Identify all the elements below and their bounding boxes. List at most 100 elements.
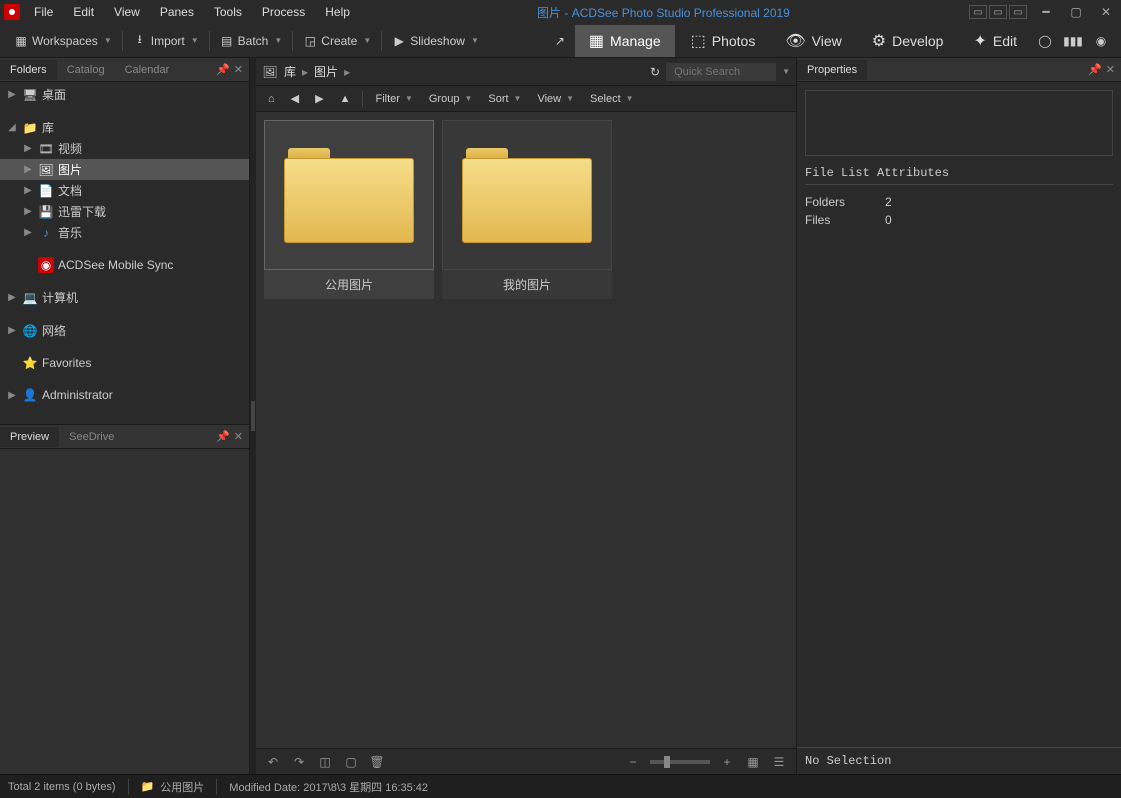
preview-panel: Preview SeeDrive 📌 ✕ (0, 424, 249, 774)
details-view-button[interactable]: ☰ (770, 753, 788, 771)
dashboard-button[interactable]: ▮▮▮ (1059, 27, 1087, 55)
edit-mode-tab[interactable]: ✦Edit (959, 25, 1031, 57)
develop-mode-tab[interactable]: ⚙Develop (858, 25, 958, 57)
network-icon: 🌐 (22, 323, 38, 339)
expand-icon[interactable]: ▶ (6, 89, 18, 100)
menu-panes[interactable]: Panes (152, 3, 202, 21)
batch-button[interactable]: ▤ Batch▼ (212, 30, 291, 52)
expand-icon[interactable]: ▶ (6, 390, 18, 401)
batch-icon: ▤ (220, 34, 234, 48)
slideshow-button[interactable]: ▶ Slideshow▼ (384, 30, 487, 52)
calendar-tab[interactable]: Calendar (115, 60, 180, 80)
tree-network[interactable]: ▶ 🌐 网络 (0, 320, 249, 341)
up-button[interactable]: ▲ (334, 91, 357, 107)
thumbnail-view-button[interactable]: ▦ (744, 753, 762, 771)
user-folder-icon: 👤 (22, 387, 38, 403)
pin-icon[interactable]: 📌 (216, 430, 230, 443)
expand-icon[interactable]: ▶ (6, 325, 18, 336)
layout-2-icon[interactable]: ▭ (989, 5, 1007, 19)
sync-button[interactable]: ◉ (1087, 27, 1115, 55)
tree-videos[interactable]: ▶ 🎞 视频 (0, 138, 249, 159)
close-button[interactable]: ✕ (1095, 3, 1117, 21)
rotate-left-button[interactable]: ↶ (264, 753, 282, 771)
eye-icon: 👁 (785, 31, 805, 51)
delete-button[interactable]: 🗑 (368, 753, 386, 771)
pin-icon[interactable]: 📌 (216, 63, 230, 76)
properties-tab[interactable]: Properties (797, 60, 867, 80)
left-splitter[interactable] (250, 58, 256, 774)
layout-3-icon[interactable]: ▭ (1009, 5, 1027, 19)
expand-icon[interactable]: ▶ (6, 292, 18, 303)
mode-tabs: ▦Manage ⬚Photos 👁View ⚙Develop ✦Edit (575, 25, 1031, 57)
365-button[interactable]: ◯ (1031, 27, 1059, 55)
zoom-in-button[interactable]: + (718, 753, 736, 771)
breadcrumb-current[interactable]: 图片 (314, 63, 338, 80)
folder-thumbnail (264, 120, 434, 270)
filter-button[interactable]: Filter▼ (369, 91, 418, 107)
expand-icon[interactable]: ▶ (22, 143, 34, 154)
zoom-out-button[interactable]: − (624, 753, 642, 771)
right-panel: Properties 📌 ✕ File List Attributes Fold… (796, 58, 1121, 774)
layout-1-icon[interactable]: ▭ (969, 5, 987, 19)
tree-music[interactable]: ▶ ♪ 音乐 (0, 222, 249, 243)
pin-icon[interactable]: 📌 (1088, 63, 1102, 76)
tree-documents[interactable]: ▶ 📄 文档 (0, 180, 249, 201)
expand-icon[interactable]: ▶ (22, 164, 34, 175)
tree-downloads[interactable]: ▶ 💾 迅雷下载 (0, 201, 249, 222)
expand-icon[interactable]: ▶ (22, 185, 34, 196)
close-panel-icon[interactable]: ✕ (1106, 63, 1115, 76)
menu-process[interactable]: Process (254, 3, 313, 21)
menu-view[interactable]: View (106, 3, 148, 21)
menu-edit[interactable]: Edit (65, 3, 102, 21)
create-button[interactable]: ◲ Create▼ (295, 30, 379, 52)
search-dropdown-icon[interactable]: ▼ (782, 67, 790, 76)
maximize-button[interactable]: ▢ (1065, 3, 1087, 21)
slideshow-icon: ▶ (392, 34, 406, 48)
menu-help[interactable]: Help (317, 3, 358, 21)
tree-mobile-sync[interactable]: ◉ ACDSee Mobile Sync (0, 255, 249, 275)
refresh-icon[interactable]: ↻ (650, 65, 660, 79)
expand-icon[interactable]: ▶ (22, 206, 34, 217)
rotate-right-button[interactable]: ↷ (290, 753, 308, 771)
menu-file[interactable]: File (26, 3, 61, 21)
sort-button[interactable]: Sort▼ (482, 91, 527, 107)
file-item[interactable]: 公用图片 (264, 120, 434, 299)
tree-library[interactable]: ◢ 📁 库 (0, 117, 249, 138)
catalog-tab[interactable]: Catalog (57, 60, 115, 80)
workspaces-button[interactable]: ▦ Workspaces▼ (6, 30, 120, 52)
group-button[interactable]: Group▼ (423, 91, 479, 107)
manage-mode-tab[interactable]: ▦Manage (575, 25, 675, 57)
tag-button[interactable]: ▢ (342, 753, 360, 771)
close-panel-icon[interactable]: ✕ (234, 63, 243, 76)
zoom-slider[interactable] (650, 760, 710, 764)
minimize-button[interactable]: ━ (1035, 3, 1057, 21)
tree-pictures[interactable]: ▶ 🖼 图片 (0, 159, 249, 180)
forward-button[interactable]: ▶ (309, 90, 329, 107)
photos-mode-tab[interactable]: ⬚Photos (677, 25, 770, 57)
compare-button[interactable]: ◫ (316, 753, 334, 771)
seedrive-tab[interactable]: SeeDrive (59, 427, 124, 447)
file-name-label: 我的图片 (442, 270, 612, 299)
breadcrumb-root[interactable]: 库 (284, 63, 296, 80)
collapse-icon[interactable]: ◢ (6, 122, 18, 133)
folders-tab[interactable]: Folders (0, 60, 57, 80)
tree-admin[interactable]: ▶ 👤 Administrator (0, 385, 249, 405)
file-item[interactable]: 我的图片 (442, 120, 612, 299)
close-panel-icon[interactable]: ✕ (234, 430, 243, 443)
view-button[interactable]: View▼ (531, 91, 580, 107)
back-button[interactable]: ◀ (285, 90, 305, 107)
tree-computer[interactable]: ▶ 💻 计算机 (0, 287, 249, 308)
view-mode-tab[interactable]: 👁View (771, 25, 855, 57)
preview-tab[interactable]: Preview (0, 427, 59, 447)
external-editor-button[interactable]: ↗ (545, 30, 575, 52)
import-button[interactable]: ⭳ Import▼ (125, 30, 207, 52)
tree-desktop[interactable]: ▶ 🖥 桌面 (0, 84, 249, 105)
folder-icon: 📁 (141, 780, 155, 793)
home-button[interactable]: ⌂ (262, 91, 281, 107)
select-button[interactable]: Select▼ (584, 91, 640, 107)
quick-search-input[interactable] (666, 63, 776, 81)
expand-icon[interactable]: ▶ (22, 227, 34, 238)
tree-favorites[interactable]: ⭐ Favorites (0, 353, 249, 373)
chevron-down-icon: ▼ (191, 36, 199, 45)
menu-tools[interactable]: Tools (206, 3, 250, 21)
